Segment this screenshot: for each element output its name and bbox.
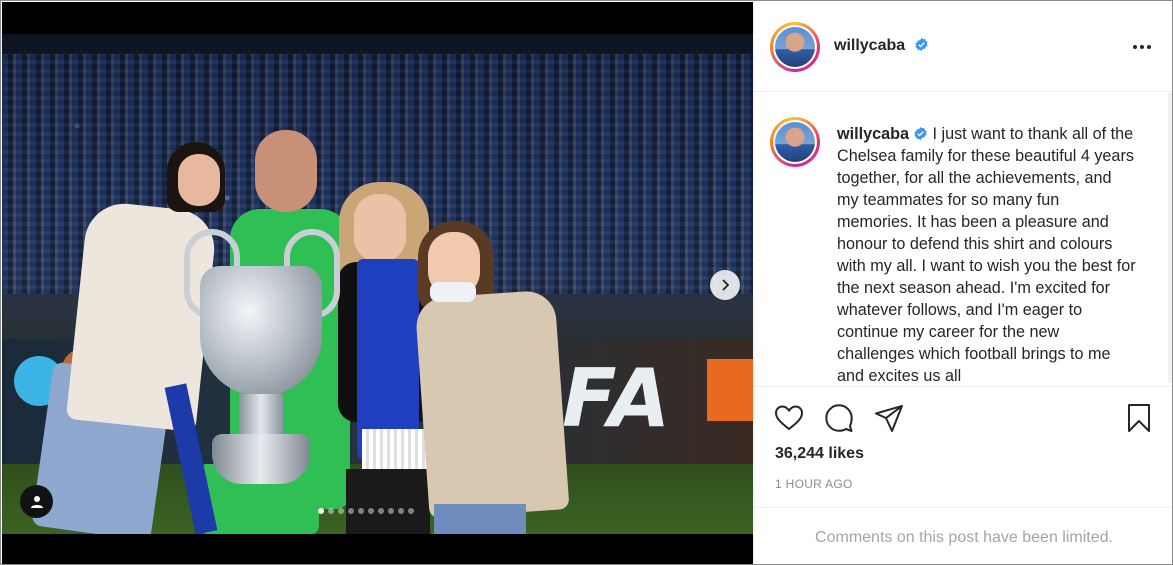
share-button[interactable]: [874, 403, 904, 433]
carousel-dot: [348, 508, 354, 514]
avatar-image: [775, 27, 815, 67]
username-link[interactable]: willycaba: [834, 37, 905, 54]
heart-icon: [774, 405, 804, 431]
post-side-panel: willycaba willycaba I just want to thank…: [753, 2, 1172, 564]
header-username-row: willycaba: [834, 37, 929, 55]
bookmark-icon: [1128, 404, 1150, 432]
carousel-dot: [378, 508, 384, 514]
person-goalkeeper-head: [255, 130, 317, 212]
carousel-dot: [358, 508, 364, 514]
person-girl-right: [414, 289, 570, 519]
person-girl-right-legs: [434, 504, 526, 534]
verified-badge-icon: [914, 126, 927, 141]
person-woman-face: [354, 194, 406, 262]
trophy: [200, 266, 322, 396]
like-button[interactable]: [774, 403, 804, 433]
avatar[interactable]: [770, 22, 820, 72]
carousel-dot: [338, 508, 344, 514]
caption-text: I just want to thank all of the Chelsea …: [837, 125, 1136, 385]
caption-section: willycaba I just want to thank all of th…: [754, 93, 1172, 385]
carousel-dot: [368, 508, 374, 514]
post-actions: 36,244 likes 1 HOUR AGO Comments on this…: [754, 386, 1172, 564]
carousel-dot: [398, 508, 404, 514]
caption-avatar-image: [775, 122, 815, 162]
user-icon: [30, 495, 43, 508]
share-icon: [875, 405, 903, 432]
like-count[interactable]: 36,244 likes: [775, 445, 864, 463]
carousel-dot: [388, 508, 394, 514]
post-media: FA: [2, 2, 753, 564]
post-photo[interactable]: FA: [2, 34, 753, 534]
caption-username[interactable]: willycaba: [837, 125, 909, 143]
post-caption: willycaba I just want to thank all of th…: [837, 123, 1137, 385]
board-text: FA: [562, 352, 673, 445]
carousel-dot: [408, 508, 414, 514]
tagged-users-button[interactable]: [20, 485, 53, 518]
comment-button[interactable]: [824, 403, 854, 433]
trophy-base: [212, 434, 310, 484]
carousel-dot: [328, 508, 334, 514]
face-mask: [430, 282, 476, 302]
more-options-button[interactable]: [1130, 37, 1154, 57]
chevron-right-icon: [722, 279, 730, 291]
caption-scrollbar[interactable]: [1168, 93, 1172, 383]
save-button[interactable]: [1124, 403, 1154, 433]
caption-avatar[interactable]: [770, 117, 820, 167]
carousel-next-button[interactable]: [710, 270, 740, 300]
carousel-dot: [318, 508, 324, 514]
post-header: willycaba: [754, 2, 1172, 92]
person-woman-legs: [346, 469, 430, 534]
verified-badge-icon: [915, 37, 928, 52]
comments-limited-notice: Comments on this post have been limited.: [754, 507, 1172, 564]
person-girl-left-face: [178, 154, 220, 206]
comment-icon: [825, 404, 853, 432]
post-timestamp[interactable]: 1 HOUR AGO: [775, 477, 853, 491]
post-dialog: FA willycaba willycaba I just want to th…: [0, 0, 1173, 565]
board-orange-block: [707, 359, 753, 421]
carousel-indicator: [318, 508, 414, 514]
more-icon: [1133, 45, 1137, 49]
